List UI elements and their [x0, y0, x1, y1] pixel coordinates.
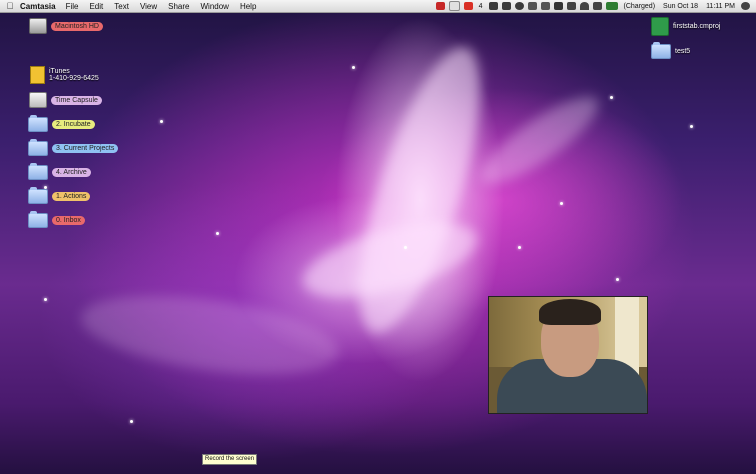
folder-icon	[28, 139, 48, 156]
webcam-person-hair	[539, 299, 601, 325]
sync-icon[interactable]	[540, 2, 550, 10]
app-menu[interactable]: Camtasia	[20, 2, 56, 11]
gmail-unread-count: 4	[478, 2, 483, 10]
battery-icon[interactable]	[605, 2, 618, 10]
star	[690, 125, 693, 128]
menubar-time[interactable]: 11:11 PM	[706, 3, 735, 10]
star	[518, 246, 521, 249]
desktop-icon-test5[interactable]: test5	[651, 42, 691, 59]
desktop-icon-label: Time Capsule	[51, 95, 102, 105]
star	[560, 202, 563, 205]
time-machine-icon[interactable]	[514, 2, 524, 10]
desktop-icon-label: 2. Incubate	[52, 120, 95, 129]
battery-status: (Charged)	[623, 2, 656, 10]
menubar-date[interactable]: Sun Oct 18	[663, 3, 698, 10]
desktop-icon-label: 0. Inbox	[52, 216, 85, 225]
calendar-icon[interactable]	[448, 1, 460, 11]
desktop-icon-firststab-cmproj[interactable]: firststab.cmproj	[651, 17, 720, 36]
hard-drive-icon	[29, 18, 47, 34]
desktop-icon-sublabel: 1-410-929-6425	[49, 75, 99, 82]
desktop-icon-incubate[interactable]: 2. Incubate	[28, 115, 95, 132]
menu-help[interactable]: Help	[240, 2, 256, 11]
itunes-label-group: iTunes 1-410-929-6425	[49, 68, 99, 82]
desktop-icon-label: firststab.cmproj	[673, 23, 721, 30]
keyboard-icon[interactable]	[553, 2, 563, 10]
desktop-icon-label: 1. Actions	[52, 192, 91, 201]
dropbox-icon[interactable]	[488, 2, 498, 10]
desktop-icon-archive[interactable]: 4. Archive	[28, 163, 91, 180]
webcam-preview[interactable]	[488, 296, 648, 414]
desktop-icon-actions[interactable]: 1. Actions	[28, 187, 91, 204]
star	[44, 298, 47, 301]
menu-bar:  Camtasia File Edit Text View Share Win…	[0, 0, 756, 13]
camtasia-project-icon	[651, 17, 669, 36]
folder-icon	[28, 163, 48, 180]
document-icon	[30, 66, 45, 84]
menu-share[interactable]: Share	[168, 2, 189, 11]
gmail-icon[interactable]	[463, 2, 473, 10]
star	[404, 246, 407, 249]
star	[216, 232, 219, 235]
star	[130, 420, 133, 423]
menu-text[interactable]: Text	[114, 2, 129, 11]
folder-icon	[651, 42, 671, 59]
time-capsule-icon	[29, 92, 47, 108]
growl-icon[interactable]	[501, 2, 511, 10]
tooltip: Record the screen	[202, 454, 258, 465]
aurora-streak	[76, 282, 344, 388]
record-icon[interactable]	[435, 2, 445, 10]
aurora-streak	[335, 34, 505, 346]
bluetooth-icon[interactable]	[566, 2, 576, 10]
desktop-icon-current-projects[interactable]: 3. Current Projects	[28, 139, 119, 156]
star	[616, 278, 619, 281]
menu-edit[interactable]: Edit	[89, 2, 103, 11]
spotlight-icon[interactable]	[741, 2, 750, 10]
status-area: 4 (Charged) Sun Oct 18 11:11 PM	[434, 0, 752, 12]
desktop-icon-itunes[interactable]: iTunes 1-410-929-6425	[30, 66, 99, 84]
star	[610, 96, 613, 99]
desktop-icon-label: iTunes	[49, 68, 70, 75]
aurora-streak	[471, 83, 609, 197]
desktop-icon-macintosh-hd[interactable]: Macintosh HD	[29, 18, 103, 34]
volume-icon[interactable]	[592, 2, 602, 10]
display-icon[interactable]	[527, 2, 537, 10]
desktop-icon-time-capsule[interactable]: Time Capsule	[29, 92, 102, 108]
wifi-icon[interactable]	[579, 2, 589, 10]
menu-view[interactable]: View	[140, 2, 157, 11]
menu-file[interactable]: File	[66, 2, 79, 11]
desktop-icon-label: 3. Current Projects	[52, 144, 119, 153]
desktop-icon-inbox[interactable]: 0. Inbox	[28, 211, 85, 228]
star	[160, 120, 163, 123]
apple-menu-icon[interactable]: 	[0, 1, 20, 11]
desktop-icon-label: test5	[675, 48, 691, 55]
star	[352, 66, 355, 69]
folder-icon	[28, 115, 48, 132]
folder-icon	[28, 187, 48, 204]
desktop-icon-label: Macintosh HD	[51, 21, 103, 31]
folder-icon	[28, 211, 48, 228]
desktop-icon-label: 4. Archive	[52, 168, 91, 177]
menu-window[interactable]: Window	[201, 2, 229, 11]
